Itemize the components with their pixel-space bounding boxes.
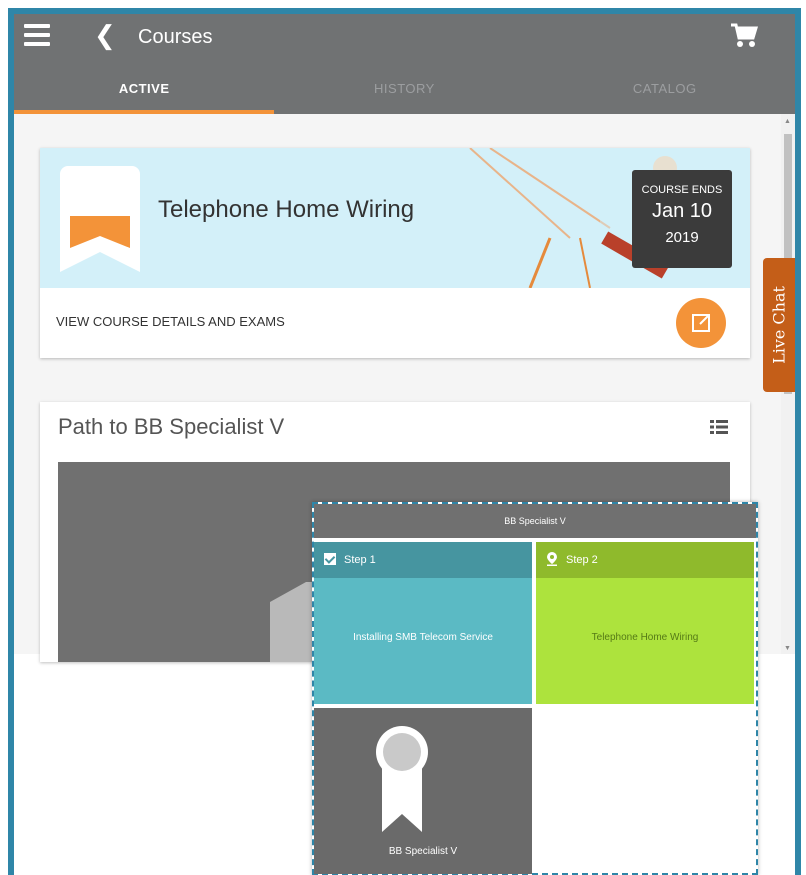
tab-history[interactable]: HISTORY [274,69,534,114]
course-card-footer: VIEW COURSE DETAILS AND EXAMS [40,288,750,358]
award-ribbon-icon [376,726,428,832]
tab-active[interactable]: ACTIVE [14,69,275,114]
step-1-course: Installing SMB Telecom Service [353,632,493,643]
award-label: BB Specialist V [388,846,458,857]
step-1-header: Step 1 [314,542,532,578]
course-banner: Telephone Home Wiring COURSE ENDS Jan 10… [40,148,750,288]
checkbox-checked-icon [324,553,336,565]
course-ends-label: COURSE ENDS [641,184,723,196]
step-2-course: Telephone Home Wiring [591,632,699,643]
course-title: Telephone Home Wiring [158,196,415,223]
view-course-details-link[interactable]: VIEW COURSE DETAILS AND EXAMS [56,314,285,329]
scroll-up-arrow-icon[interactable]: ▲ [784,118,791,125]
course-ends-year: 2019 [665,229,699,246]
step-1-label: Step 1 [344,554,376,566]
cart-icon[interactable] [729,22,759,50]
course-ends-box: COURSE ENDS Jan 10 2019 [632,170,732,268]
course-ends-date: Jan 10 [651,200,713,222]
tab-catalog[interactable]: CATALOG [535,69,795,114]
app-frame: ❮ Courses ACTIVE HISTORY CATALOG ▲ ▼ Tel… [8,8,801,875]
live-chat-label: Live Chat [769,286,789,364]
step-1-tile[interactable]: Step 1 Installing SMB Telecom Service [314,542,532,704]
page-title: Courses [138,26,213,48]
step-2-tile[interactable]: Step 2 Telephone Home Wiring [536,542,754,704]
step-2-label: Step 2 [566,554,598,566]
learning-path-overlay: BB Specialist V Step 1 Installing SMB Te… [312,502,758,875]
menu-icon[interactable] [24,24,50,46]
open-course-button[interactable] [676,298,726,348]
external-link-icon [692,314,710,332]
list-view-icon[interactable] [710,420,728,434]
back-arrow-icon[interactable]: ❮ [94,22,116,48]
overlay-title: BB Specialist V [314,504,756,538]
learning-path-title: Path to BB Specialist V [58,414,285,439]
live-chat-button[interactable]: Live Chat [763,258,795,392]
award-tile[interactable]: BB Specialist V [314,708,532,874]
step-2-header: Step 2 [536,542,754,578]
scroll-down-arrow-icon[interactable]: ▼ [784,645,791,652]
course-card: Telephone Home Wiring COURSE ENDS Jan 10… [40,148,750,358]
course-badge-icon [60,166,140,272]
app-bar: ❮ Courses ACTIVE HISTORY CATALOG [14,14,795,114]
location-pin-icon [547,552,557,566]
tab-bar: ACTIVE HISTORY CATALOG [14,69,795,114]
